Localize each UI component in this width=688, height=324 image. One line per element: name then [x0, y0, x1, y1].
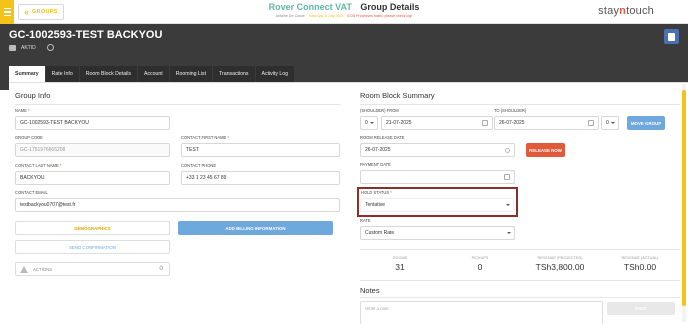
hold-status-select[interactable]: Tentative	[360, 198, 514, 212]
from-label: (SHOULDER) FROM	[360, 108, 399, 113]
room-block-summary-title: Room Block Summary	[360, 91, 435, 100]
payment-date-field[interactable]	[360, 170, 515, 184]
from-date-field[interactable]: 21-07-2025	[381, 116, 493, 130]
contact-email-label: CONTACT EMAIL	[15, 190, 48, 195]
stat-pickups: PICKUPS 0	[471, 256, 489, 272]
stat-rooms: ROOMS 31	[392, 256, 408, 272]
brand-logo: stayntouch	[598, 5, 654, 17]
send-confirmation-button[interactable]: SEND CONFIRMATION	[15, 240, 170, 254]
group-info-title: Group Info	[15, 91, 51, 100]
contact-last-name-field[interactable]: BACKYOU	[15, 171, 170, 185]
tab-room-block-details[interactable]: Room Block Details	[79, 66, 137, 82]
from-shoulder-select[interactable]: 0	[360, 116, 378, 130]
tab-summary[interactable]: Summary	[9, 66, 45, 82]
eod-alert[interactable]: EOD Processes failed, please check log!	[347, 14, 412, 18]
divider	[360, 104, 680, 105]
scrollbar-thumb[interactable]	[682, 90, 686, 306]
to-shoulder-select[interactable]: 0	[601, 116, 619, 130]
contact-first-name-label: CONTACT FIRST NAME *	[181, 135, 229, 140]
hotel-name: Rover Connect VAT	[268, 2, 352, 12]
to-date-field[interactable]: 26-07-2025	[494, 116, 599, 130]
stat-revenue-projected: REVENUE (PROJECTED) TSh3,800.00	[535, 256, 585, 272]
contact-phone-label: CONTACT PHONE	[181, 163, 217, 168]
hold-status-label: HOLD STATUS *	[361, 190, 392, 195]
divider	[360, 249, 680, 250]
contact-phone-field[interactable]: +33 1 23 45 67 89	[181, 171, 340, 185]
status-line: Antoine De Conze Saturday, 8 July 2025 E…	[0, 14, 688, 18]
calendar-icon[interactable]	[504, 174, 510, 180]
document-icon[interactable]	[664, 29, 679, 44]
name-label: NAME *	[15, 108, 30, 113]
release-now-button[interactable]: RELEASE NOW	[526, 143, 565, 157]
tab-activity-log[interactable]: Activity Log	[255, 66, 295, 82]
status-label: AKTID	[21, 44, 36, 51]
post-button[interactable]: POST	[607, 302, 675, 315]
group-code-field: GC-1751976665208	[15, 143, 170, 157]
top-bar: « GROUPS Rover Connect VAT Group Details…	[0, 0, 688, 24]
summary-panel: Group Info NAME * GC-1002593-TEST BACKYO…	[9, 82, 688, 324]
name-field[interactable]: GC-1002593-TEST BACKYOU	[15, 116, 170, 130]
page-title: Group Details	[360, 2, 420, 12]
actions-box[interactable]: ACTIONS 0	[15, 262, 170, 276]
tab-rate-info[interactable]: Rate Info	[45, 66, 79, 82]
contact-email-field[interactable]: testbackyou0707@test.fr	[15, 198, 340, 212]
user-name: Antoine De Conze	[275, 14, 305, 18]
tab-rooming-list[interactable]: Rooming List	[169, 66, 213, 82]
add-billing-information-button[interactable]: ADD BILLING INFORMATION	[178, 221, 333, 235]
to-label: TO (SHOULDER)	[494, 108, 527, 113]
tab-transactions[interactable]: Transactions	[213, 66, 255, 82]
divider	[360, 280, 680, 281]
divider	[15, 104, 341, 105]
rate-select[interactable]: Custom Rate	[360, 226, 515, 240]
stat-revenue-actual: REVENUE (ACTUAL) TSh0.00	[621, 256, 659, 272]
calendar-icon[interactable]	[588, 120, 594, 126]
building-icon	[9, 44, 16, 51]
payment-date-label: PAYMENT DATE	[360, 162, 391, 167]
contact-first-name-field[interactable]: TEST	[181, 143, 340, 157]
divider	[360, 297, 680, 298]
notes-title: Notes	[360, 286, 380, 295]
room-release-date-label: ROOM RELEASE DATE	[360, 135, 405, 140]
demographics-button[interactable]: DEMOGRAPHICS	[15, 221, 170, 235]
warning-icon	[20, 266, 28, 273]
room-release-date-field[interactable]: 26-07-2025	[360, 143, 515, 157]
move-group-button[interactable]: MOVE GROUP	[627, 116, 665, 130]
tab-bar: Summary Rate Info Room Block Details Acc…	[9, 66, 295, 82]
group-status-row: AKTID	[9, 44, 54, 51]
group-code-label: GROUP CODE	[15, 135, 43, 140]
calendar-icon[interactable]	[482, 120, 488, 126]
scrollbar[interactable]	[682, 84, 686, 322]
page-heading: Rover Connect VAT Group Details	[0, 2, 688, 12]
contact-last-name-label: CONTACT LAST NAME *	[15, 163, 62, 168]
note-textarea[interactable]: Write a note.	[360, 301, 603, 324]
actions-label: ACTIONS	[33, 267, 53, 272]
rate-label: RATE	[360, 218, 371, 223]
business-date[interactable]: Saturday, 8 July 2025	[309, 14, 344, 18]
actions-count: 0	[159, 265, 163, 272]
group-title: GC-1002593-TEST BACKYOU	[9, 29, 163, 41]
tab-account[interactable]: Account	[137, 66, 169, 82]
clear-icon[interactable]	[505, 148, 510, 153]
globe-icon[interactable]	[46, 44, 54, 51]
